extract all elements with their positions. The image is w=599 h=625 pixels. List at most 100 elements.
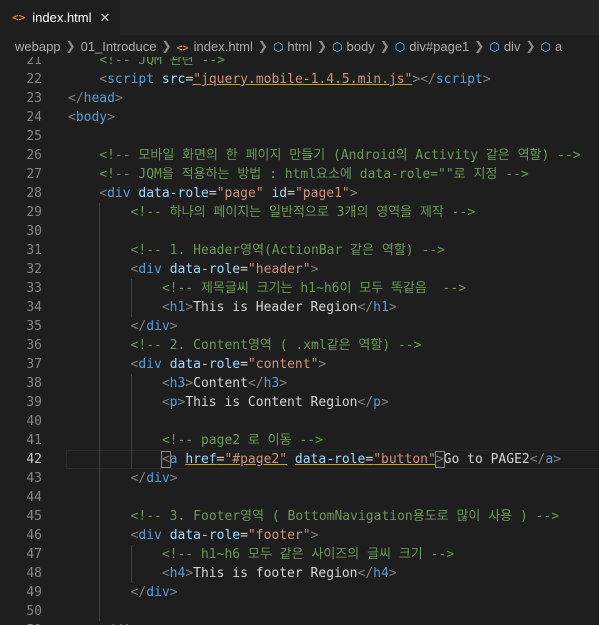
code-token: data-role <box>294 452 366 467</box>
code-line[interactable]: 23 </head> <box>0 89 599 108</box>
code-token: > <box>380 395 389 410</box>
code-token: h3 <box>263 376 280 391</box>
code-token: </ <box>529 452 546 467</box>
code-line[interactable]: 37 <div data-role="content"> <box>0 355 599 374</box>
code-token: "#page2" <box>224 452 288 467</box>
code-line[interactable]: 46 <div data-role="footer"> <box>0 526 599 545</box>
code-token: > <box>279 376 288 391</box>
code-line[interactable]: 36 <!-- 2. Content영역 ( .xml같은 역할) --> <box>0 336 599 355</box>
code-line[interactable]: 51 </div> <box>0 621 599 625</box>
breadcrumb-item[interactable]: webapp <box>15 39 61 54</box>
code-line[interactable]: 34 <h1>This is Header Region</h1> <box>0 298 599 317</box>
code-token: < <box>161 376 170 391</box>
line-number: 50 <box>26 604 42 619</box>
code-token: > <box>482 72 491 87</box>
code-editor[interactable]: 21 <!-- JQM 관련 --> 22 <script src="jquery.m… <box>0 57 599 625</box>
line-number: 24 <box>26 110 42 125</box>
code-token: "button" <box>373 452 436 467</box>
breadcrumb-item[interactable]: ⬡ body <box>332 39 375 54</box>
code-line[interactable]: 32 <div data-role="header"> <box>0 260 599 279</box>
code-line[interactable]: 30 <box>0 222 599 241</box>
code-text: <h3>Content</h3> <box>162 374 287 393</box>
code-token: div <box>146 585 170 600</box>
code-line[interactable]: 22 <script src="jquery.mobile-1.4.5.min.j… <box>0 70 599 89</box>
line-number: 41 <box>26 433 42 448</box>
code-token: </ <box>247 376 264 391</box>
cube-icon: ⬡ <box>540 39 551 54</box>
indent-guide <box>130 545 132 583</box>
code-line[interactable]: 42 <a href="#page2" data-role="button">Go… <box>0 450 599 469</box>
code-line[interactable]: 41 <!-- page2 로 이동 --> <box>0 431 599 450</box>
code-line[interactable]: 29 <!-- 하나의 페이지는 일반적으로 3개의 영역을 제작 --> <box>0 203 599 222</box>
tab-index-html[interactable]: <> index.html ✕ <box>0 0 120 35</box>
code-token: > <box>434 451 445 468</box>
code-line[interactable]: 25 <box>0 127 599 146</box>
line-number: 21 <box>26 57 42 68</box>
code-token: </ <box>130 319 147 334</box>
code-token: p <box>373 395 381 410</box>
code-line[interactable]: 35 </div> <box>0 317 599 336</box>
code-token: h1 <box>169 300 186 315</box>
code-token: = <box>208 186 217 201</box>
indent-guide <box>99 203 101 621</box>
code-token: = <box>365 452 374 467</box>
code-token: <!-- 제목글씨 크기는 h1~h6이 모두 똑같음 --> <box>161 281 467 296</box>
breadcrumb-item[interactable]: ⬡ div#page1 <box>395 39 469 54</box>
line-number: 44 <box>26 490 42 505</box>
line-number: 46 <box>26 528 42 543</box>
line-number: 22 <box>26 72 42 87</box>
code-token: div <box>107 186 131 201</box>
code-line[interactable]: 24 <body> <box>0 108 599 127</box>
line-number: 23 <box>26 91 42 106</box>
code-line[interactable]: 27 <!-- JQM을 적용하는 방법 : html요소에 data-role=… <box>0 165 599 184</box>
chevron-right-icon: ❯ <box>65 39 76 53</box>
code-token: script <box>107 72 155 87</box>
code-token: div <box>146 319 170 334</box>
code-line[interactable]: 38 <h3>Content</h3> <box>0 374 599 393</box>
breadcrumb-item[interactable]: ⬡ html <box>273 39 312 54</box>
code-token: div <box>146 471 170 486</box>
code-line[interactable]: 44 <box>0 488 599 507</box>
chevron-right-icon: ❯ <box>525 39 536 53</box>
code-text: <!-- 모바일 화면의 한 페이지 만들기 (Android의 Activit… <box>99 146 580 165</box>
code-text: <body> <box>68 108 115 127</box>
code-token: = <box>240 357 248 372</box>
code-line[interactable]: 48 <h4>This is footer Region</h4> <box>0 564 599 583</box>
breadcrumb-item[interactable]: ⬡ a <box>541 39 563 54</box>
code-text: </div> <box>131 469 178 488</box>
html-file-icon: <> <box>176 42 189 54</box>
code-line[interactable]: 39 <p>This is Content Region</p> <box>0 393 599 412</box>
line-number: 34 <box>26 300 42 315</box>
code-line[interactable]: 21 <!-- JQM 관련 --> <box>0 57 599 70</box>
code-token: "jquery.mobile-1.4.5.min.js" <box>193 72 413 87</box>
code-line[interactable]: 33 <!-- 제목글씨 크기는 h1~h6이 모두 똑같음 --> <box>0 279 599 298</box>
code-line[interactable]: 43 </div> <box>0 469 599 488</box>
code-line[interactable]: 28 <div data-role="page" id="page1"> <box>0 184 599 203</box>
code-text: <!-- 3. Footer영역 ( BottomNavigation용도로 많… <box>131 507 560 526</box>
chevron-right-icon: ❯ <box>474 39 485 53</box>
code-line[interactable]: 31 <!-- 1. Header영역(ActionBar 같은 역할) --> <box>0 241 599 260</box>
code-line[interactable]: 47 <!-- h1~h6 모두 같은 사이즈의 글씨 크기 --> <box>0 545 599 564</box>
breadcrumb-item[interactable]: ⬡ div <box>489 39 520 54</box>
code-token: > <box>388 300 397 315</box>
code-line[interactable]: 40 <box>0 412 599 431</box>
code-token: > <box>349 186 358 201</box>
code-token: This is Header Region <box>193 300 358 315</box>
breadcrumb-item[interactable]: 01_Introduce <box>81 39 157 54</box>
code-line[interactable]: 45 <!-- 3. Footer영역 ( BottomNavigation용도로… <box>0 507 599 526</box>
line-number: 48 <box>26 566 42 581</box>
line-number: 37 <box>26 357 42 372</box>
chevron-right-icon: ❯ <box>161 39 172 53</box>
code-token: <!-- 3. Footer영역 ( BottomNavigation용도로 많… <box>130 509 560 524</box>
line-number: 31 <box>26 243 42 258</box>
close-icon[interactable]: ✕ <box>100 10 111 26</box>
code-line[interactable]: 26 <!-- 모바일 화면의 한 페이지 만들기 (Android의 Activ… <box>0 146 599 165</box>
code-token: = <box>240 528 248 543</box>
code-line[interactable]: 49 </div> <box>0 583 599 602</box>
code-line[interactable]: 50 <box>0 602 599 621</box>
breadcrumb-item[interactable]: <> index.html <box>177 39 253 54</box>
